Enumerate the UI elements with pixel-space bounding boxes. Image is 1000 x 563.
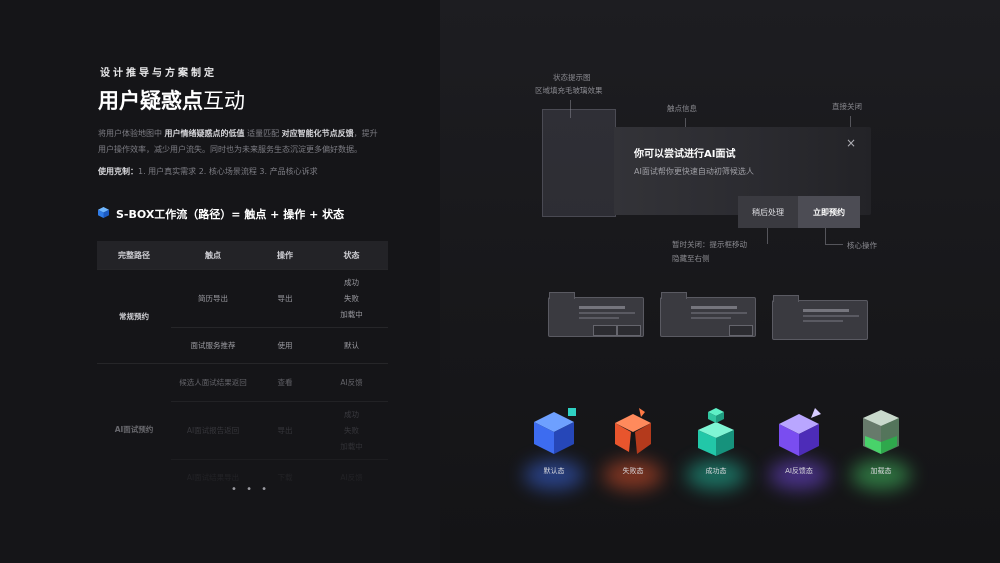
status-cell: AI反馈 <box>315 459 388 496</box>
method-text: 1. 用户真实需求 2. 核心场景流程 3. 产品核心诉求 <box>138 167 318 176</box>
state-label: 默认态 <box>543 467 565 475</box>
dialog-title: 你可以尝试进行AI面试 <box>634 149 736 160</box>
annotation-temp-close: 暂时关闭：提示框移动 <box>672 240 747 249</box>
group-name: AI面试预约 <box>97 363 171 496</box>
status-value: 加载中 <box>340 309 363 319</box>
status-cell: AI反馈 <box>315 363 388 402</box>
mini-dialog-thumb <box>660 292 756 337</box>
pagination-dots[interactable]: • • • <box>231 484 270 495</box>
status-cell: 成功 失败 加载中 <box>315 401 388 460</box>
cube-icon <box>534 408 576 454</box>
desc-part-a: 将用户体验地图中 <box>98 129 165 138</box>
state-label: 成功态 <box>705 467 727 475</box>
col-header-path: 完整路径 <box>97 241 171 270</box>
state-label: AI反馈态 <box>785 467 813 475</box>
state-loading: 加载态 <box>845 408 917 490</box>
status-value: 失败 <box>344 293 359 303</box>
close-icon[interactable]: × <box>846 136 856 150</box>
status-value: 成功 <box>344 409 359 419</box>
op-cell: 导出 <box>255 401 315 460</box>
annotation-state-hint: 状态提示图 <box>553 73 591 82</box>
later-button[interactable]: 稍后处理 <box>738 196 798 228</box>
desc-part-b: 用户情绪疑惑点的低值 <box>164 129 245 138</box>
annotation-temp-close-sub: 隐藏至右侧 <box>672 254 710 263</box>
state-success: 成功态 <box>680 408 752 490</box>
title-bold: 用户疑惑点 <box>98 89 203 113</box>
page-title: 用户疑惑点互动 <box>98 85 245 115</box>
flow-table: 完整路径 触点 操作 状态 常规预约 简历导出 导出 成功 失败 加载中 面试服… <box>97 241 388 496</box>
cube-icon <box>779 408 821 456</box>
status-value: 失败 <box>344 425 359 435</box>
desc-part-d: 对应智能化节点反馈 <box>281 129 354 138</box>
flow-title: S-BOX工作流（路径）= 触点 + 操作 + 状态 <box>116 208 345 221</box>
touch-cell: 面试服务推荐 <box>171 327 255 364</box>
desc-line-2: 用户操作效率，减少用户流失。同时也为未来服务生态沉淀更多偏好数据。 <box>98 145 362 154</box>
status-value: 加载中 <box>340 441 363 451</box>
state-default: 默认态 <box>518 408 590 490</box>
col-header-op: 操作 <box>255 241 315 270</box>
status-cell: 成功 失败 加载中 <box>315 269 388 328</box>
annotation-touch-info: 触点信息 <box>667 104 697 113</box>
leader-line <box>767 228 768 244</box>
table-row: AI面试预约 候选人面试结果返回 查看 AI反馈 <box>97 363 388 496</box>
section-subtitle: 设计推导与方案制定 <box>100 68 217 79</box>
status-cell: 默认 <box>315 327 388 364</box>
dialog-text: AI面试帮你更快速自动初筛候选人 <box>634 167 754 176</box>
touch-cell: AI面试报告返回 <box>171 401 255 460</box>
desc-part-c: 适量匹配 <box>244 129 282 138</box>
group-name: 常规预约 <box>97 269 171 364</box>
leader-line <box>825 228 826 244</box>
touch-cell: 简历导出 <box>171 269 255 328</box>
title-light: 互动 <box>203 89 245 113</box>
method-line: 使用克制：1. 用户真实需求 2. 核心场景流程 3. 产品核心诉求 <box>98 166 318 177</box>
col-header-touch: 触点 <box>171 241 255 270</box>
description: 将用户体验地图中 用户情绪疑惑点的低值 适量匹配 对应智能化节点反馈，提升 用户… <box>98 126 398 158</box>
leader-line <box>825 244 843 245</box>
op-cell: 查看 <box>255 363 315 402</box>
annotation-state-hint-sub: 区域填充毛玻璃效果 <box>535 86 603 95</box>
book-now-button[interactable]: 立即预约 <box>798 196 860 228</box>
touch-cell: 候选人面试结果返回 <box>171 363 255 402</box>
mini-dialog-thumb <box>772 295 868 340</box>
annotation-core-action: 核心操作 <box>847 241 877 250</box>
method-label: 使用克制： <box>98 167 138 176</box>
glass-state-area <box>542 109 616 217</box>
annotation-close-direct: 直接关闭 <box>832 102 862 111</box>
state-failed: 失败态 <box>597 408 669 490</box>
state-label: 失败态 <box>622 467 644 475</box>
state-label: 加载态 <box>870 467 892 475</box>
cube-icon <box>98 207 109 218</box>
col-header-status: 状态 <box>315 241 388 270</box>
cube-icon <box>698 408 734 456</box>
broken-cube-icon <box>615 408 651 454</box>
op-cell: 使用 <box>255 327 315 364</box>
table-header-row: 完整路径 触点 操作 状态 <box>97 241 388 270</box>
glass-cube-icon <box>863 410 899 454</box>
mini-dialog-thumb <box>548 292 644 337</box>
op-cell: 导出 <box>255 269 315 328</box>
state-ai-feedback: AI反馈态 <box>763 408 835 490</box>
table-row: 常规预约 简历导出 导出 成功 失败 加载中 <box>97 269 388 364</box>
desc-part-e: ，提升 <box>353 129 378 138</box>
status-value: 成功 <box>344 277 359 287</box>
